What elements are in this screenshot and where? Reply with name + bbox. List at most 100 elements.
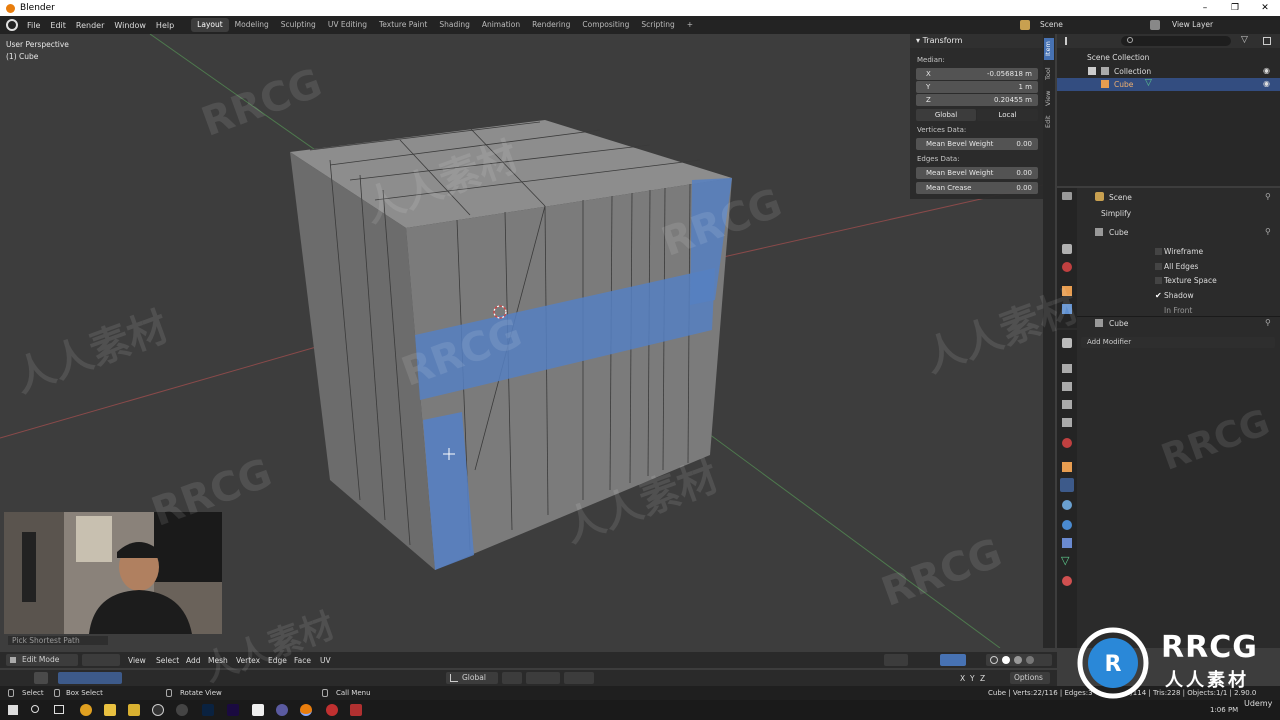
filter-search-input[interactable] [1121, 36, 1231, 46]
tab-compositing[interactable]: Compositing [576, 18, 635, 32]
object-tab-icon[interactable] [1062, 286, 1072, 296]
menu-file[interactable]: File [22, 21, 45, 30]
close-icon[interactable]: ✕ [1250, 0, 1280, 16]
mirror-y-toggle[interactable]: Y [970, 674, 975, 683]
tab-animation[interactable]: Animation [476, 18, 526, 32]
tab-tool[interactable]: Tool [1044, 64, 1054, 84]
new-collection-icon[interactable] [1263, 37, 1271, 45]
scene-tab-icon[interactable] [1062, 244, 1072, 254]
outliner-scene-collection[interactable]: Scene Collection [1087, 53, 1149, 62]
app4-icon[interactable] [350, 704, 362, 716]
output-tab-icon[interactable] [1062, 382, 1072, 391]
shading-modes[interactable] [986, 654, 1052, 666]
render-tab-icon[interactable] [1062, 364, 1072, 373]
tool-settings-icon[interactable] [1062, 338, 1072, 348]
menu-mesh[interactable]: Mesh [208, 656, 228, 665]
mean-crease-field[interactable]: Mean Crease 0.00 [916, 182, 1038, 194]
app2-icon[interactable] [276, 704, 288, 716]
vertex-bevel-weight-field[interactable]: Mean Bevel Weight 0.00 [916, 138, 1038, 150]
menu-vertex[interactable]: Vertex [236, 656, 260, 665]
scene-selector[interactable]: Scene [1040, 20, 1063, 29]
edge-bevel-weight-field[interactable]: Mean Bevel Weight 0.00 [916, 167, 1038, 179]
outliner-collection[interactable]: Collection [1114, 67, 1151, 76]
tab-view[interactable]: View [1044, 88, 1054, 108]
transform-orientation-dropdown[interactable]: Global [446, 672, 498, 684]
tab-rendering[interactable]: Rendering [526, 18, 576, 32]
last-operator-panel[interactable]: Pick Shortest Path [8, 636, 108, 645]
proportional-editing-toggle[interactable] [564, 672, 594, 684]
median-x-field[interactable]: X -0.056818 m [916, 68, 1038, 80]
menu-window[interactable]: Window [109, 21, 151, 30]
search-icon-taskbar[interactable] [31, 705, 39, 713]
menu-help[interactable]: Help [151, 21, 179, 30]
wireframe-checkbox[interactable] [1155, 248, 1162, 255]
world-tab-icon-2[interactable] [1062, 438, 1072, 448]
outliner-cube[interactable]: Cube [1114, 80, 1133, 89]
add-workspace-button[interactable]: + [681, 18, 699, 32]
menu-add[interactable]: Add [186, 656, 201, 665]
obs-icon[interactable] [152, 704, 164, 716]
tab-texture-paint[interactable]: Texture Paint [373, 18, 433, 32]
view-layer-selector[interactable]: View Layer [1172, 20, 1213, 29]
mirror-z-toggle[interactable]: Z [980, 674, 985, 683]
scene-tab-icon-2[interactable] [1062, 418, 1072, 427]
menu-edit[interactable]: Edit [45, 21, 71, 30]
mirror-x-toggle[interactable]: X [960, 674, 965, 683]
active-tool-icon[interactable] [34, 672, 48, 684]
tab-edit[interactable]: Edit [1044, 112, 1054, 132]
physics-tab-icon[interactable] [1062, 520, 1072, 530]
snapping-toggle[interactable] [526, 672, 560, 684]
overlays-toggle[interactable] [940, 654, 966, 666]
viewport-gizmo-toggle[interactable] [884, 654, 908, 666]
maximize-icon[interactable]: ❐ [1220, 0, 1250, 16]
chrome-icon[interactable] [80, 704, 92, 716]
all-edges-checkbox[interactable] [1155, 263, 1162, 270]
menu-select[interactable]: Select [156, 656, 179, 665]
median-y-field[interactable]: Y 1 m [916, 81, 1038, 93]
modifier-tab-icon-2[interactable] [1060, 478, 1074, 492]
wireframe-shading-icon[interactable] [990, 656, 998, 664]
tab-item[interactable]: Item [1044, 38, 1054, 60]
modifier-tab-icon[interactable] [1062, 304, 1072, 314]
filter-icon[interactable]: ▽ [1241, 35, 1248, 45]
rendered-shading-icon[interactable] [1026, 656, 1034, 664]
blender-taskbar-icon[interactable] [300, 704, 312, 716]
task-view-icon[interactable] [54, 705, 64, 714]
material-shading-icon[interactable] [1014, 656, 1022, 664]
particles-tab-icon[interactable] [1062, 500, 1072, 510]
app3-icon[interactable] [326, 704, 338, 716]
pivot-point-dropdown[interactable] [502, 672, 522, 684]
minimize-icon[interactable]: – [1190, 0, 1220, 16]
explorer-icon[interactable] [104, 704, 116, 716]
menu-view[interactable]: View [128, 656, 146, 665]
cube-visibility-icon[interactable]: ◉ [1263, 79, 1270, 88]
display-mode-icon[interactable] [1065, 37, 1077, 45]
tab-uv-editing[interactable]: UV Editing [322, 18, 373, 32]
simplify-panel[interactable]: Simplify [1101, 209, 1131, 218]
menu-face[interactable]: Face [294, 656, 311, 665]
local-toggle[interactable]: Local [977, 109, 1038, 121]
menu-edge[interactable]: Edge [268, 656, 287, 665]
windows-start-icon[interactable] [8, 705, 18, 715]
blender-menu-icon[interactable] [6, 19, 18, 31]
select-mode-buttons[interactable] [82, 654, 120, 666]
after-effects-icon[interactable] [227, 704, 239, 716]
texture-space-checkbox[interactable] [1155, 277, 1162, 284]
menu-uv[interactable]: UV [320, 656, 331, 665]
data-tab-icon[interactable]: ▽ [1061, 554, 1069, 567]
menu-render[interactable]: Render [71, 21, 109, 30]
material-tab-icon[interactable] [1062, 576, 1072, 586]
median-z-field[interactable]: Z 0.20455 m [916, 94, 1038, 106]
solid-shading-icon[interactable] [1002, 656, 1010, 664]
options-dropdown[interactable]: Options [1010, 672, 1050, 684]
pin-icon-3[interactable]: ⚲ [1265, 318, 1271, 327]
inkscape-icon[interactable] [252, 704, 264, 716]
pin-icon[interactable]: ⚲ [1265, 192, 1271, 201]
tab-scripting[interactable]: Scripting [635, 18, 680, 32]
collection-visibility-icon[interactable]: ◉ [1263, 66, 1270, 75]
object-tab-icon-2[interactable] [1062, 462, 1072, 472]
mode-dropdown[interactable]: Edit Mode [6, 654, 78, 666]
app-icon[interactable] [176, 704, 188, 716]
view-layer-tab-icon[interactable] [1062, 400, 1072, 409]
world-tab-icon[interactable] [1062, 262, 1072, 272]
